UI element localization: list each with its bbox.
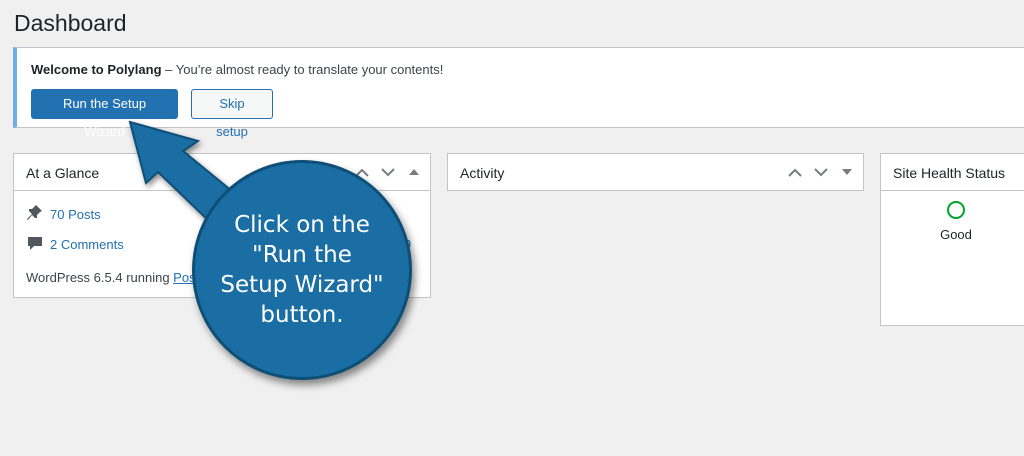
callout-text: Click on the "Run the Setup Wizard" butt… [220, 212, 384, 328]
callout-arrow [128, 120, 240, 226]
callout-bubble: Click on the "Run the Setup Wizard" butt… [192, 160, 412, 380]
